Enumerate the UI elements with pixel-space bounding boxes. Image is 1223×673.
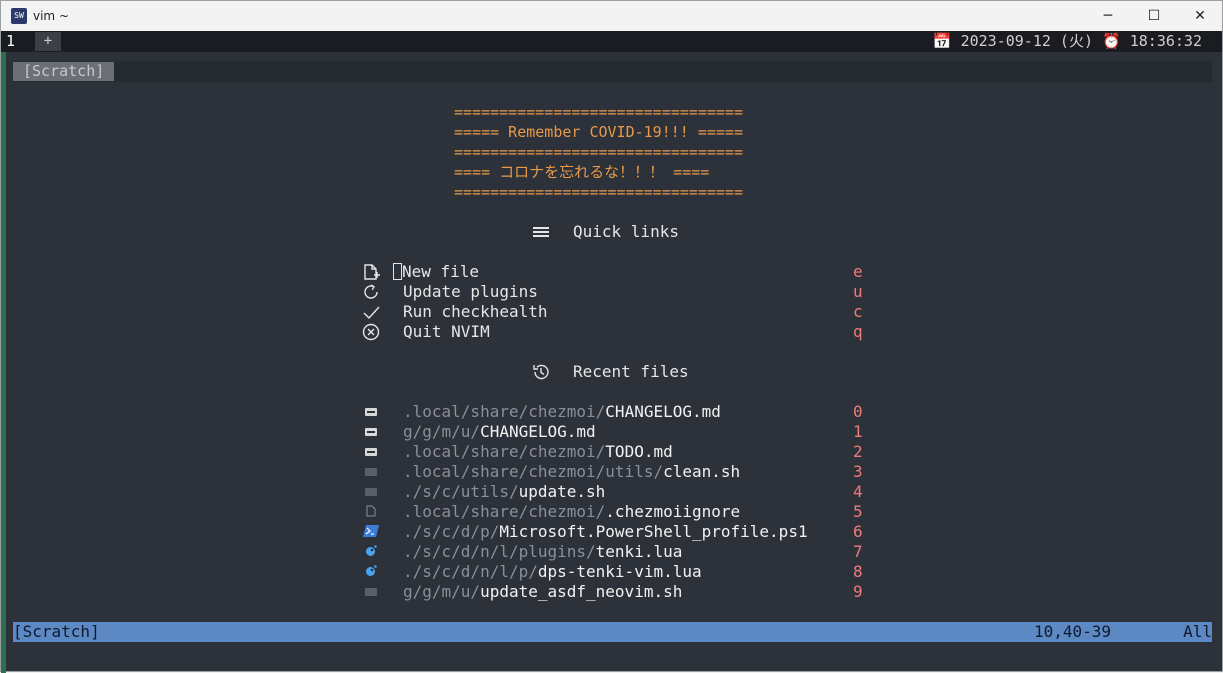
recent-file-7[interactable]: ./s/c/d/n/l/plugins/tenki.lua: [403, 542, 682, 562]
quick-link-key: q: [853, 322, 863, 341]
quick-link-label: New file: [402, 262, 480, 281]
recent-file-key: 0: [853, 402, 863, 421]
refresh-icon: [361, 282, 381, 302]
recent-file-9[interactable]: g/g/m/u/update_asdf_neovim.sh: [403, 582, 682, 602]
file-dir: .local/share/chezmoi/: [403, 502, 606, 521]
recent-file-key: 3: [853, 462, 863, 481]
date-text: 2023-09-12 (火): [960, 32, 1093, 50]
new-file-icon: [361, 262, 381, 282]
close-circle-icon: [361, 322, 381, 342]
recent-file-key: 5: [853, 502, 863, 521]
recent-file-3[interactable]: .local/share/chezmoi/utils/clean.sh: [403, 462, 740, 482]
app-icon: SW: [11, 8, 27, 24]
quick-link-key: c: [853, 302, 863, 321]
window-title: vim ~: [33, 9, 69, 23]
quick-link-checkhealth[interactable]: Run checkhealth: [403, 302, 548, 322]
recent-file-2[interactable]: .local/share/chezmoi/TODO.md: [403, 442, 673, 462]
status-line: [Scratch] 10,40-39 All: [13, 622, 1212, 642]
file-name: update.sh: [518, 482, 606, 501]
banner-line-4: ==== コロナを忘れるな！！！ ====: [454, 163, 710, 181]
powershell-icon: [361, 522, 381, 542]
file-name: CHANGELOG.md: [605, 402, 721, 421]
alarm-clock-icon: ⏰: [1102, 32, 1121, 50]
shell-icon: [361, 582, 381, 602]
file-name: update_asdf_neovim.sh: [480, 582, 683, 601]
cursor: [393, 263, 402, 280]
clock: 📅 2023-09-12 (火) ⏰ 18:36:32: [933, 31, 1202, 52]
banner-line-2: ===== Remember COVID-19!!! =====: [454, 123, 743, 141]
file-dir: g/g/m/u/: [403, 582, 481, 601]
file-dir: ./s/c/utils/: [403, 482, 519, 501]
tab-line: 1 + 📅 2023-09-12 (火) ⏰ 18:36:32: [1, 31, 1222, 52]
editor-area[interactable]: [Scratch] ==============================…: [13, 61, 1212, 661]
recent-file-0[interactable]: .local/share/chezmoi/CHANGELOG.md: [403, 402, 721, 422]
file-name: Microsoft.PowerShell_profile.ps1: [499, 522, 808, 541]
buffer-tab[interactable]: [Scratch]: [13, 62, 115, 81]
markdown-icon: [361, 442, 381, 462]
file-name: .chezmoiignore: [605, 502, 741, 521]
markdown-icon: [361, 402, 381, 422]
recent-file-8[interactable]: ./s/c/d/n/l/p/dps-tenki-vim.lua: [403, 562, 702, 582]
file-name: CHANGELOG.md: [480, 422, 596, 441]
file-dir: ./s/c/d/p/: [403, 522, 500, 541]
banner-line-1: ================================: [454, 103, 743, 121]
file-dir: ./s/c/d/n/l/plugins/: [403, 542, 596, 561]
tab-1[interactable]: 1: [6, 31, 28, 52]
status-buffer-name: [Scratch]: [13, 622, 100, 641]
recent-file-key: 4: [853, 482, 863, 501]
recent-file-1[interactable]: g/g/m/u/CHANGELOG.md: [403, 422, 596, 442]
recent-file-key: 2: [853, 442, 863, 461]
close-button[interactable]: ✕: [1177, 1, 1223, 31]
file-name: clean.sh: [663, 462, 741, 481]
new-tab-button[interactable]: +: [35, 32, 61, 51]
banner-line-5: ================================: [454, 183, 743, 201]
quick-link-key: u: [853, 282, 863, 301]
shell-icon: [361, 462, 381, 482]
recent-files-heading: Recent files: [573, 362, 689, 381]
terminal-window: SW vim ~ ─ ☐ ✕ 1 + 📅 2023-09-12 (火) ⏰ 18…: [0, 0, 1223, 673]
file-dir: ./s/c/d/n/l/p/: [403, 562, 538, 581]
recent-file-5[interactable]: .local/share/chezmoi/.chezmoiignore: [403, 502, 740, 522]
quick-link-update-plugins[interactable]: Update plugins: [403, 282, 538, 302]
lua-icon: [361, 562, 381, 582]
banner-line-3: ================================: [454, 143, 743, 161]
file-name: TODO.md: [605, 442, 673, 461]
calendar-icon: 📅: [932, 32, 952, 50]
file-name: tenki.lua: [595, 542, 683, 561]
recent-file-6[interactable]: ./s/c/d/p/Microsoft.PowerShell_profile.p…: [403, 522, 808, 542]
maximize-button[interactable]: ☐: [1131, 1, 1177, 31]
file-name: dps-tenki-vim.lua: [537, 562, 702, 581]
time-text: 18:36:32: [1129, 32, 1202, 50]
recent-file-key: 9: [853, 582, 863, 601]
buffer-header: [Scratch]: [13, 61, 1212, 82]
recent-file-key: 7: [853, 542, 863, 561]
file-dir: .local/share/chezmoi/: [403, 442, 606, 461]
lua-icon: [361, 542, 381, 562]
markdown-icon: [361, 422, 381, 442]
recent-file-4[interactable]: ./s/c/utils/update.sh: [403, 482, 605, 502]
file-icon: [361, 502, 381, 522]
recent-file-key: 6: [853, 522, 863, 541]
quick-links-heading: Quick links: [573, 222, 679, 241]
file-dir: g/g/m/u/: [403, 422, 481, 441]
hamburger-icon: [531, 222, 551, 242]
file-dir: .local/share/chezmoi/: [403, 402, 606, 421]
shell-icon: [361, 482, 381, 502]
quick-link-key: e: [853, 262, 863, 281]
cursor-position: 10,40-39: [1034, 622, 1112, 641]
recent-file-key: 8: [853, 562, 863, 581]
recent-file-key: 1: [853, 422, 863, 441]
history-icon: [531, 362, 551, 382]
command-line[interactable]: [13, 642, 1212, 662]
minimize-button[interactable]: ─: [1085, 1, 1131, 31]
quick-link-quit[interactable]: Quit NVIM: [403, 322, 490, 342]
file-dir: .local/share/chezmoi/utils/: [403, 462, 664, 481]
desktop-edge: [1, 52, 6, 673]
title-bar: SW vim ~ ─ ☐ ✕: [1, 1, 1222, 31]
scroll-position: All: [1183, 622, 1212, 641]
check-icon: [361, 302, 381, 322]
quick-link-new-file[interactable]: New file: [393, 262, 479, 282]
